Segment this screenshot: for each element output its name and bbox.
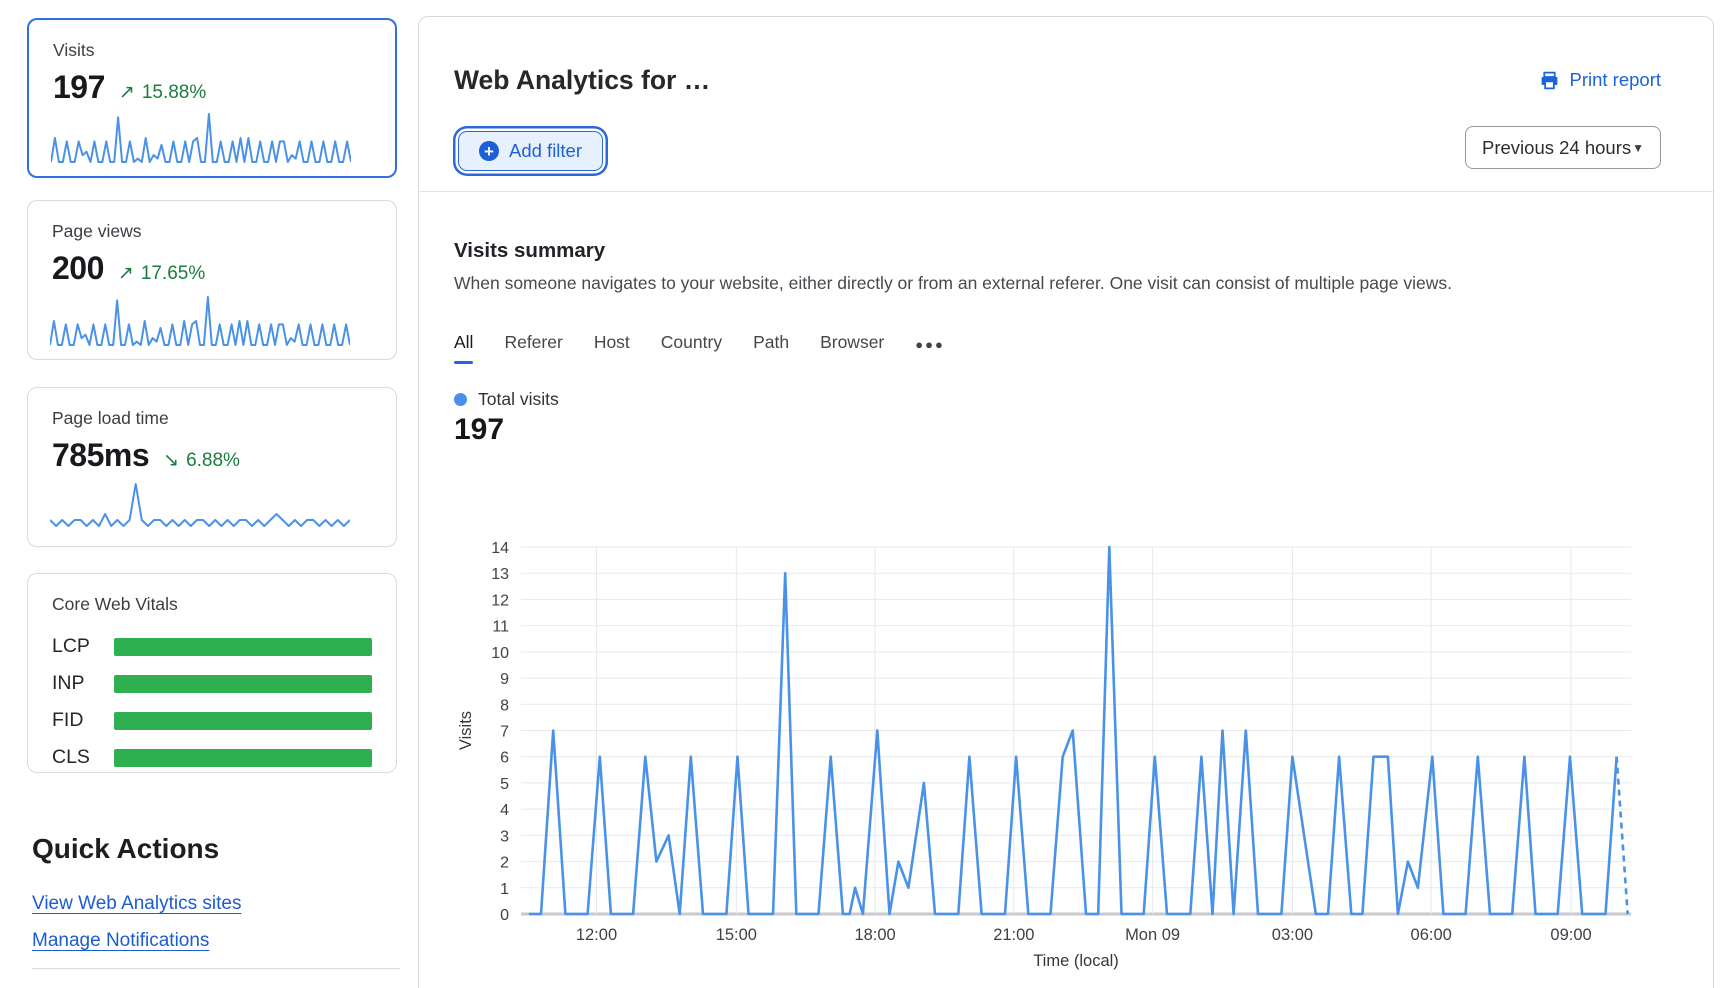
svg-text:1: 1 bbox=[500, 881, 509, 898]
vital-label: CLS bbox=[52, 746, 114, 769]
vital-label: FID bbox=[52, 709, 114, 732]
stat-card-value: 785ms bbox=[52, 437, 149, 474]
vital-row-lcp: LCP bbox=[52, 635, 372, 658]
tab-path[interactable]: Path bbox=[753, 332, 789, 364]
svg-text:12: 12 bbox=[491, 592, 509, 609]
vital-bar bbox=[114, 675, 372, 693]
page-load-time-sparkline bbox=[50, 480, 350, 534]
vital-label: LCP bbox=[52, 635, 114, 658]
stat-card-change: ↘ 6.88% bbox=[163, 449, 240, 472]
svg-text:8: 8 bbox=[500, 697, 509, 714]
stat-card-visits[interactable]: Visits 197 ↗ 15.88% bbox=[27, 18, 397, 178]
dimension-tabs: All Referer Host Country Path Browser ●●● bbox=[454, 332, 945, 364]
tab-country[interactable]: Country bbox=[661, 332, 722, 364]
tab-browser[interactable]: Browser bbox=[820, 332, 884, 364]
stat-card-page-load-time[interactable]: Page load time 785ms ↘ 6.88% bbox=[27, 387, 397, 547]
svg-text:Mon 09: Mon 09 bbox=[1125, 926, 1180, 944]
sidebar-divider bbox=[32, 968, 400, 969]
svg-text:10: 10 bbox=[491, 645, 509, 662]
svg-text:13: 13 bbox=[491, 566, 509, 583]
visits-summary-title: Visits summary bbox=[454, 239, 605, 263]
svg-text:6: 6 bbox=[500, 750, 509, 767]
svg-text:Visits: Visits bbox=[457, 711, 475, 750]
vital-label: INP bbox=[52, 672, 114, 695]
svg-text:Time (local): Time (local) bbox=[1033, 952, 1119, 970]
svg-text:14: 14 bbox=[491, 540, 509, 557]
svg-text:7: 7 bbox=[500, 724, 509, 741]
svg-text:4: 4 bbox=[500, 802, 509, 819]
visits-chart: 0123456789101112131412:0015:0018:0021:00… bbox=[426, 471, 1706, 988]
visits-summary-description: When someone navigates to your website, … bbox=[454, 273, 1452, 294]
chart-legend: Total visits bbox=[454, 389, 559, 410]
core-web-vitals-title: Core Web Vitals bbox=[52, 594, 372, 615]
page-views-sparkline bbox=[50, 293, 350, 347]
trend-down-icon: ↘ bbox=[163, 449, 179, 472]
link-view-web-analytics-sites[interactable]: View Web Analytics sites bbox=[32, 893, 241, 915]
stat-card-change-value: 6.88% bbox=[186, 450, 240, 472]
add-filter-label: Add filter bbox=[509, 140, 582, 162]
stat-card-change: ↗ 15.88% bbox=[119, 81, 206, 104]
total-visits-value: 197 bbox=[454, 413, 504, 447]
svg-text:12:00: 12:00 bbox=[576, 926, 617, 944]
svg-text:0: 0 bbox=[500, 907, 509, 924]
svg-text:5: 5 bbox=[500, 776, 509, 793]
stat-card-page-views[interactable]: Page views 200 ↗ 17.65% bbox=[27, 200, 397, 360]
stat-card-value: 197 bbox=[53, 69, 105, 106]
page-title: Web Analytics for … bbox=[454, 65, 710, 96]
print-report-button[interactable]: Print report bbox=[1539, 69, 1661, 91]
header-divider bbox=[419, 191, 1713, 192]
trend-up-icon: ↗ bbox=[118, 262, 134, 285]
print-report-label: Print report bbox=[1569, 69, 1661, 91]
time-range-dropdown[interactable]: Previous 24 hours ▼ bbox=[1465, 126, 1661, 169]
main-panel: Web Analytics for … Print report + Add f… bbox=[418, 16, 1714, 988]
trend-up-icon: ↗ bbox=[119, 81, 135, 104]
vital-bar bbox=[114, 749, 372, 767]
more-tabs-button[interactable]: ●●● bbox=[915, 337, 945, 360]
svg-text:18:00: 18:00 bbox=[854, 926, 895, 944]
svg-text:11: 11 bbox=[492, 619, 509, 636]
vital-row-fid: FID bbox=[52, 709, 372, 732]
add-filter-button[interactable]: + Add filter bbox=[458, 131, 603, 171]
legend-label: Total visits bbox=[478, 389, 559, 410]
stat-card-change-value: 15.88% bbox=[142, 82, 206, 104]
stat-card-title: Page load time bbox=[52, 408, 372, 429]
stat-card-value: 200 bbox=[52, 250, 104, 287]
link-manage-notifications[interactable]: Manage Notifications bbox=[32, 930, 209, 952]
visits-sparkline bbox=[51, 110, 351, 164]
printer-icon bbox=[1539, 70, 1560, 91]
visits-line-chart: 0123456789101112131412:0015:0018:0021:00… bbox=[426, 471, 1706, 988]
time-range-value: Previous 24 hours bbox=[1482, 137, 1631, 159]
vital-row-inp: INP bbox=[52, 672, 372, 695]
tab-referer[interactable]: Referer bbox=[504, 332, 562, 364]
plus-circle-icon: + bbox=[479, 141, 499, 161]
legend-dot-icon bbox=[454, 393, 467, 406]
core-web-vitals-rows: LCP INP FID CLS bbox=[52, 635, 372, 769]
vital-bar bbox=[114, 638, 372, 656]
stat-card-change-value: 17.65% bbox=[141, 263, 205, 285]
stat-card-title: Visits bbox=[53, 40, 371, 61]
svg-text:9: 9 bbox=[500, 671, 509, 688]
svg-text:06:00: 06:00 bbox=[1411, 926, 1452, 944]
svg-text:3: 3 bbox=[500, 828, 509, 845]
svg-text:09:00: 09:00 bbox=[1550, 926, 1591, 944]
stat-card-change: ↗ 17.65% bbox=[118, 262, 205, 285]
svg-text:21:00: 21:00 bbox=[993, 926, 1034, 944]
quick-actions-title: Quick Actions bbox=[32, 833, 219, 865]
tab-all[interactable]: All bbox=[454, 332, 473, 364]
svg-text:03:00: 03:00 bbox=[1272, 926, 1313, 944]
stat-card-title: Page views bbox=[52, 221, 372, 242]
vital-row-cls: CLS bbox=[52, 746, 372, 769]
svg-text:15:00: 15:00 bbox=[716, 926, 757, 944]
core-web-vitals-card: Core Web Vitals LCP INP FID CLS bbox=[27, 573, 397, 773]
chevron-down-icon: ▼ bbox=[1632, 141, 1644, 155]
plus-glyph: + bbox=[484, 143, 494, 160]
tab-host[interactable]: Host bbox=[594, 332, 630, 364]
vital-bar bbox=[114, 712, 372, 730]
svg-text:2: 2 bbox=[500, 855, 509, 872]
web-analytics-dashboard: Visits 197 ↗ 15.88% Page views 200 ↗ 17.… bbox=[0, 0, 1730, 988]
